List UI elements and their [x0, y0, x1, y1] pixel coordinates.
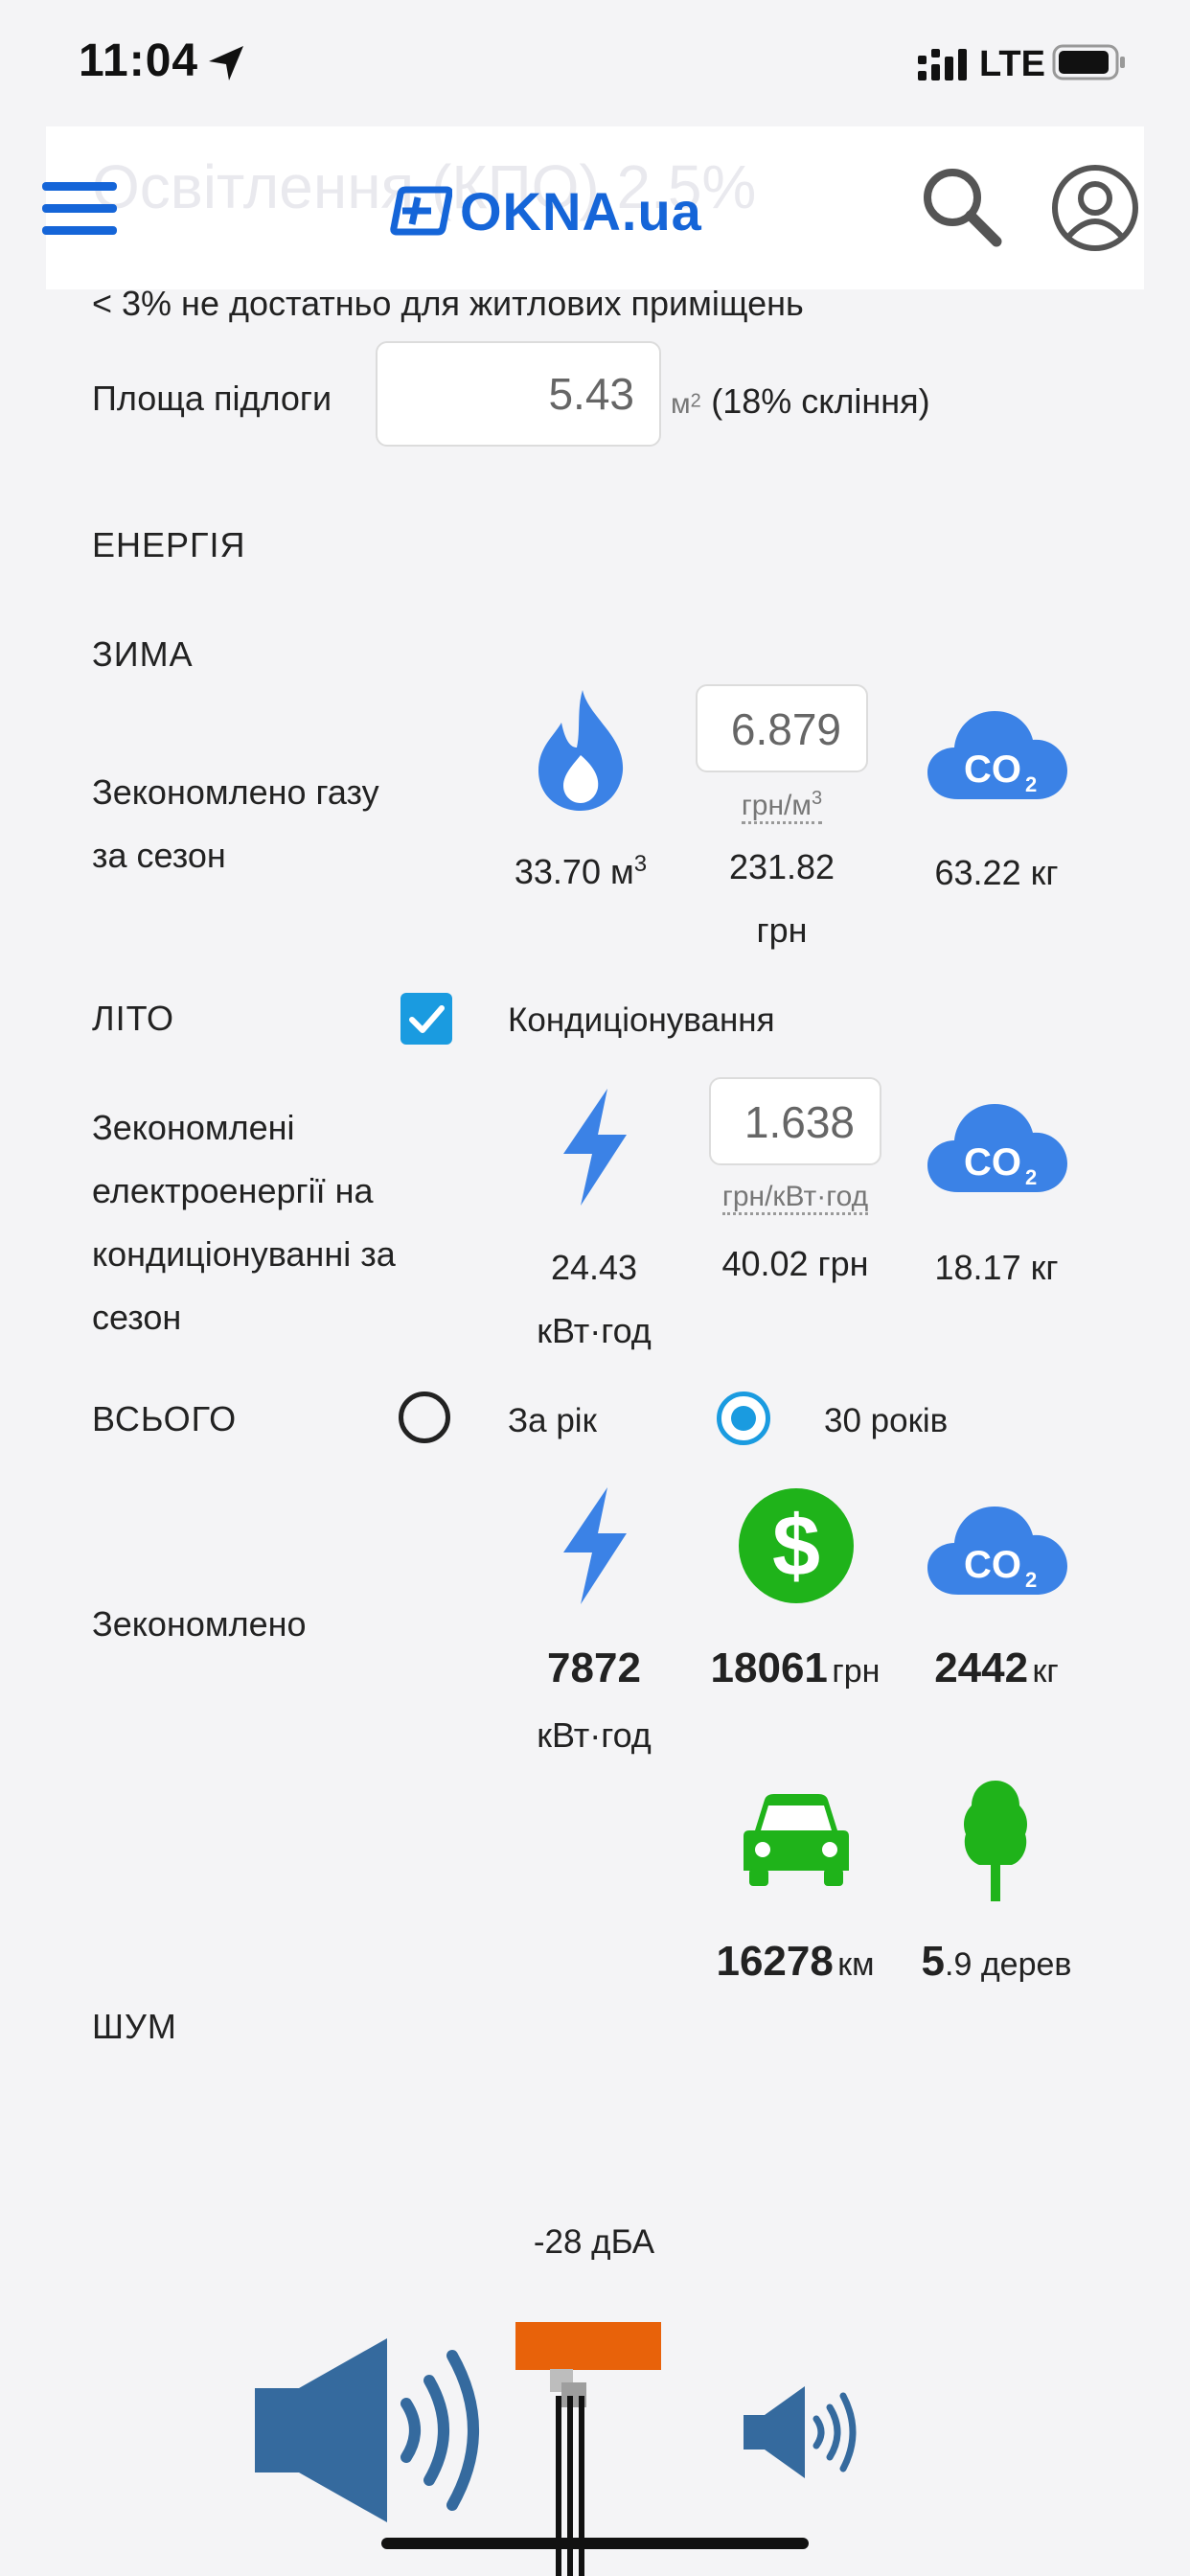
- per-year-label[interactable]: За рік: [508, 1402, 597, 1440]
- network-type: LTE: [979, 44, 1045, 84]
- total-co2-group: 2442 кг: [901, 1644, 1092, 1692]
- thirty-years-radio[interactable]: [717, 1392, 770, 1445]
- total-trees-value: 5: [921, 1938, 946, 1985]
- summer-label-line1: Зекономлені: [92, 1108, 295, 1147]
- electricity-price-unit-group: грн/кВт·год: [690, 1181, 901, 1215]
- winter-label-line1: Зекономлено газу: [92, 772, 379, 812]
- total-trees-unit: .9 дерев: [945, 1946, 1072, 1983]
- winter-cost-value: 231.82: [728, 847, 835, 886]
- winter-gas-amount-group: 33.70 м3: [485, 851, 676, 892]
- gas-flame-icon: [538, 690, 624, 811]
- total-energy-value: 7872: [547, 1644, 641, 1691]
- gas-price-unit-group: грн/м3: [696, 788, 868, 824]
- battery-icon: [1052, 44, 1125, 80]
- winter-gas-amount-sup: 3: [633, 851, 648, 877]
- svg-text:2: 2: [1025, 772, 1037, 796]
- gas-price-input[interactable]: 6.879: [696, 684, 868, 772]
- floor-area-note: (18% скління): [711, 381, 930, 421]
- noise-section-title: ШУМ: [92, 2007, 177, 2046]
- summer-label-line2: електроенергії на: [92, 1171, 374, 1210]
- total-co2-value: 2442: [934, 1644, 1029, 1691]
- summer-energy-unit: кВт·год: [537, 1311, 652, 1350]
- lightning-icon: [563, 1089, 627, 1206]
- gas-price-unit: грн/м3: [741, 788, 823, 824]
- floor-area-unit-group: м2 (18% скління): [671, 381, 930, 422]
- total-money-value: 18061: [710, 1644, 828, 1691]
- air-conditioning-label[interactable]: Кондиціонування: [508, 1001, 775, 1040]
- user-account-icon[interactable]: [1050, 163, 1140, 253]
- svg-text:CO: CO: [964, 1141, 1021, 1184]
- total-trees-group: 5.9 дерев: [891, 1938, 1102, 1986]
- dollar-icon: $: [739, 1488, 854, 1603]
- floor-area-input[interactable]: 5.43: [376, 341, 661, 447]
- winter-section-title: ЗИМА: [92, 634, 194, 674]
- radio-selected-dot: [731, 1406, 756, 1431]
- lightning-icon: [563, 1487, 627, 1604]
- winter-co2-value: 63.22 кг: [934, 853, 1059, 892]
- gas-price-unit-text: грн/м: [741, 790, 812, 821]
- summer-label-line4: сезон: [92, 1298, 182, 1337]
- svg-text:CO: CO: [964, 1544, 1021, 1586]
- thirty-years-label[interactable]: 30 років: [824, 1402, 948, 1440]
- window-profile-frame: [515, 2322, 661, 2370]
- home-indicator: [381, 2538, 809, 2549]
- total-co2-unit: кг: [1032, 1653, 1059, 1690]
- co2-cloud-icon: CO 2: [927, 711, 1067, 799]
- air-conditioning-checkbox[interactable]: [400, 993, 452, 1045]
- site-logo[interactable]: OKNA.ua: [460, 180, 702, 242]
- co2-cloud-icon: CO 2: [927, 1104, 1067, 1192]
- co2-cloud-icon: CO 2: [927, 1506, 1067, 1595]
- electricity-price-unit: грн/кВт·год: [721, 1181, 869, 1215]
- gas-price-unit-sup: 3: [812, 788, 823, 809]
- svg-text:2: 2: [1025, 1165, 1037, 1189]
- floor-area-unit: м: [671, 388, 691, 420]
- winter-cost-currency: грн: [756, 910, 808, 950]
- total-saved-label: Зекономлено: [92, 1604, 307, 1644]
- checkmark-icon: [409, 1005, 445, 1033]
- total-car-group: 16278 км: [690, 1938, 901, 1986]
- noise-reduction-value: -28 дБА: [533, 2223, 655, 2261]
- total-car-unit: км: [837, 1946, 875, 1983]
- summer-label-line3: кондиціонуванні за: [92, 1234, 396, 1274]
- location-arrow-icon: [209, 46, 243, 80]
- lighting-note: < 3% не достатньо для житлових приміщень: [92, 284, 804, 323]
- total-money-group: 18061 грн: [690, 1644, 901, 1692]
- svg-text:2: 2: [1025, 1568, 1037, 1592]
- total-section-title: ВСЬОГО: [92, 1399, 238, 1438]
- loud-speaker-icon: [255, 2338, 479, 2522]
- car-icon: [744, 1794, 849, 1886]
- tree-icon: [964, 1781, 1027, 1901]
- per-year-radio[interactable]: [399, 1392, 450, 1443]
- floor-area-label: Площа підлоги: [92, 379, 332, 418]
- floor-area-unit-sup: 2: [690, 390, 701, 412]
- svg-text:CO: CO: [964, 748, 1021, 791]
- summer-energy-value: 24.43: [550, 1248, 638, 1287]
- hamburger-menu-icon[interactable]: [42, 182, 117, 236]
- energy-section-title: ЕНЕРГІЯ: [92, 525, 246, 564]
- summer-section-title: ЛІТО: [92, 999, 175, 1038]
- quiet-speaker-icon: [744, 2386, 857, 2478]
- electricity-price-input[interactable]: 1.638: [709, 1077, 881, 1165]
- summer-co2-value: 18.17 кг: [934, 1248, 1059, 1287]
- signal-icon: [918, 49, 967, 80]
- total-car-value: 16278: [716, 1938, 834, 1985]
- search-icon[interactable]: [920, 165, 1002, 247]
- total-energy-unit: кВт·год: [537, 1715, 652, 1755]
- winter-label-line2: за сезон: [92, 836, 226, 875]
- logo-window-icon[interactable]: [389, 184, 452, 238]
- status-time: 11:04: [79, 35, 199, 86]
- svg-text:$: $: [772, 1499, 820, 1595]
- total-money-unit: грн: [832, 1653, 881, 1690]
- summer-cost-value: 40.02 грн: [721, 1244, 869, 1283]
- winter-gas-amount: 33.70 м: [514, 852, 634, 891]
